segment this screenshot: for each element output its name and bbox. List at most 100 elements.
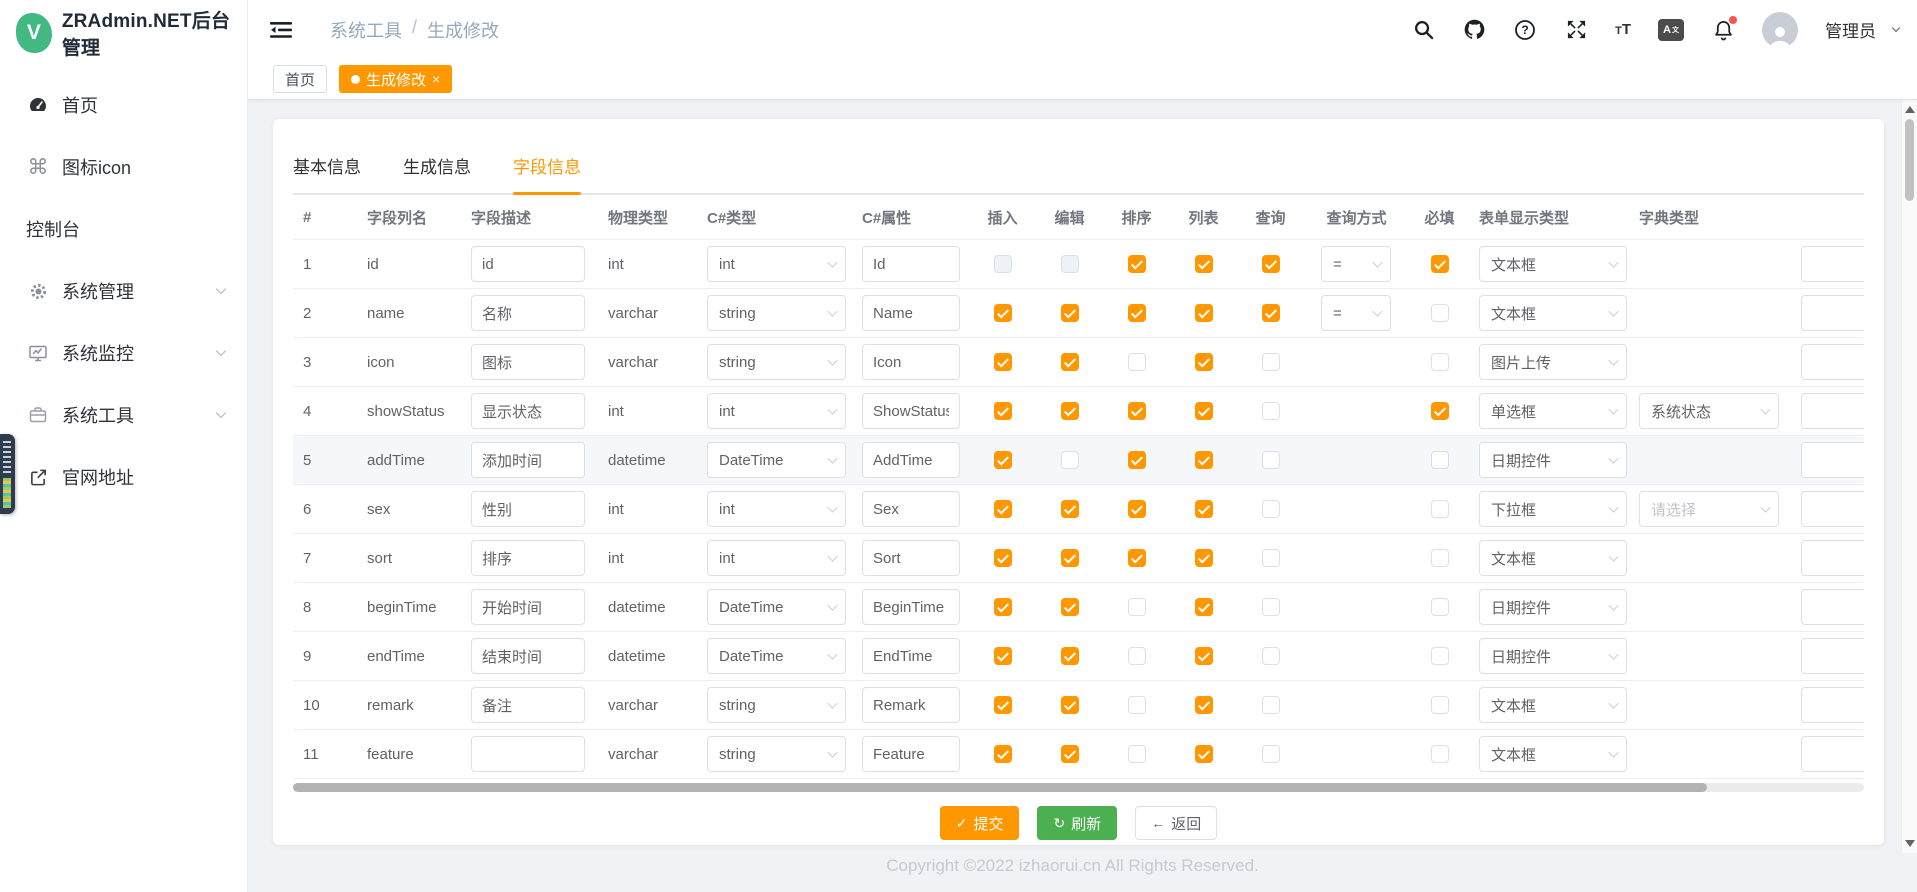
- query-checkbox[interactable]: [1262, 598, 1280, 616]
- edit-checkbox[interactable]: [1061, 353, 1079, 371]
- insert-checkbox[interactable]: [994, 255, 1012, 273]
- csharp-type-select[interactable]: int: [707, 393, 846, 429]
- csharp-type-select[interactable]: DateTime: [707, 589, 846, 625]
- breadcrumb-item[interactable]: 系统工具: [330, 17, 402, 43]
- required-checkbox[interactable]: [1431, 745, 1449, 763]
- csharp-type-select[interactable]: int: [707, 540, 846, 576]
- list-checkbox[interactable]: [1195, 451, 1213, 469]
- list-checkbox[interactable]: [1195, 402, 1213, 420]
- sidebar-item-system-tools[interactable]: 系统工具: [0, 384, 247, 446]
- sidebar-item-home[interactable]: 首页: [0, 74, 247, 136]
- edit-checkbox[interactable]: [1061, 598, 1079, 616]
- tag-active-page[interactable]: 生成修改 ×: [339, 65, 452, 93]
- description-input[interactable]: [471, 736, 585, 772]
- sort-checkbox[interactable]: [1128, 304, 1146, 322]
- insert-checkbox[interactable]: [994, 598, 1012, 616]
- required-checkbox[interactable]: [1431, 549, 1449, 567]
- csharp-property-input[interactable]: [862, 491, 960, 527]
- csharp-property-input[interactable]: [862, 344, 960, 380]
- csharp-property-input[interactable]: [862, 736, 960, 772]
- font-size-icon[interactable]: TT: [1615, 21, 1631, 38]
- query-checkbox[interactable]: [1262, 549, 1280, 567]
- translate-icon[interactable]: A文: [1658, 19, 1684, 41]
- chevron-down-icon[interactable]: [1892, 23, 1900, 31]
- list-checkbox[interactable]: [1195, 696, 1213, 714]
- sidebar-item-official-site[interactable]: 官网地址: [0, 446, 247, 508]
- edit-checkbox[interactable]: [1061, 304, 1079, 322]
- csharp-type-select[interactable]: int: [707, 491, 846, 527]
- insert-checkbox[interactable]: [994, 304, 1012, 322]
- sort-checkbox[interactable]: [1128, 745, 1146, 763]
- required-checkbox[interactable]: [1431, 255, 1449, 273]
- sort-checkbox[interactable]: [1128, 647, 1146, 665]
- csharp-property-input[interactable]: [862, 589, 960, 625]
- vertical-scrollbar[interactable]: [1901, 100, 1917, 853]
- scroll-down-arrow-icon[interactable]: [1905, 840, 1915, 847]
- description-input[interactable]: [471, 491, 585, 527]
- sidebar-item-console[interactable]: 控制台: [0, 198, 247, 260]
- extra-input[interactable]: [1801, 344, 1864, 380]
- extra-input[interactable]: [1801, 393, 1864, 429]
- fullscreen-icon[interactable]: [1564, 18, 1588, 42]
- extra-input[interactable]: [1801, 638, 1864, 674]
- tag-home[interactable]: 首页: [273, 65, 327, 93]
- edit-checkbox[interactable]: [1061, 451, 1079, 469]
- list-checkbox[interactable]: [1195, 255, 1213, 273]
- query-checkbox[interactable]: [1262, 745, 1280, 763]
- query-method-select[interactable]: =: [1321, 295, 1391, 331]
- csharp-property-input[interactable]: [862, 638, 960, 674]
- insert-checkbox[interactable]: [994, 549, 1012, 567]
- edit-checkbox[interactable]: [1061, 255, 1079, 273]
- sidebar-item-icons[interactable]: ⌘ 图标icon: [0, 136, 247, 198]
- insert-checkbox[interactable]: [994, 451, 1012, 469]
- list-checkbox[interactable]: [1195, 598, 1213, 616]
- list-checkbox[interactable]: [1195, 647, 1213, 665]
- submit-button[interactable]: ✓ 提交: [940, 806, 1020, 840]
- extra-input[interactable]: [1801, 589, 1864, 625]
- csharp-type-select[interactable]: DateTime: [707, 442, 846, 478]
- close-icon[interactable]: ×: [432, 72, 440, 86]
- sidebar-fold-icon[interactable]: [270, 21, 292, 39]
- edit-checkbox[interactable]: [1061, 549, 1079, 567]
- display-type-select[interactable]: 文本框: [1479, 736, 1627, 772]
- csharp-property-input[interactable]: [862, 246, 960, 282]
- search-icon[interactable]: [1411, 18, 1435, 42]
- query-checkbox[interactable]: [1262, 500, 1280, 518]
- sidebar-item-system-monitor[interactable]: 系统监控: [0, 322, 247, 384]
- query-checkbox[interactable]: [1262, 647, 1280, 665]
- back-button[interactable]: ← 返回: [1135, 806, 1217, 840]
- display-type-select[interactable]: 日期控件: [1479, 638, 1627, 674]
- extra-input[interactable]: [1801, 687, 1864, 723]
- avatar[interactable]: [1762, 12, 1798, 48]
- display-type-select[interactable]: 单选框: [1479, 393, 1627, 429]
- display-type-select[interactable]: 文本框: [1479, 295, 1627, 331]
- tab-generate-info[interactable]: 生成信息: [403, 153, 471, 193]
- display-type-select[interactable]: 文本框: [1479, 687, 1627, 723]
- display-type-select[interactable]: 文本框: [1479, 540, 1627, 576]
- display-type-select[interactable]: 日期控件: [1479, 589, 1627, 625]
- list-checkbox[interactable]: [1195, 353, 1213, 371]
- csharp-property-input[interactable]: [862, 295, 960, 331]
- query-method-select[interactable]: =: [1321, 246, 1391, 282]
- edit-checkbox[interactable]: [1061, 647, 1079, 665]
- csharp-property-input[interactable]: [862, 442, 960, 478]
- required-checkbox[interactable]: [1431, 353, 1449, 371]
- insert-checkbox[interactable]: [994, 647, 1012, 665]
- insert-checkbox[interactable]: [994, 500, 1012, 518]
- csharp-type-select[interactable]: int: [707, 246, 846, 282]
- required-checkbox[interactable]: [1431, 598, 1449, 616]
- vertical-scrollbar-thumb[interactable]: [1905, 119, 1914, 201]
- dict-type-select[interactable]: 系统状态: [1639, 393, 1779, 429]
- csharp-type-select[interactable]: DateTime: [707, 638, 846, 674]
- extra-input[interactable]: [1801, 736, 1864, 772]
- required-checkbox[interactable]: [1431, 696, 1449, 714]
- csharp-type-select[interactable]: string: [707, 344, 846, 380]
- scroll-up-arrow-icon[interactable]: [1905, 106, 1915, 113]
- display-type-select[interactable]: 日期控件: [1479, 442, 1627, 478]
- query-checkbox[interactable]: [1262, 304, 1280, 322]
- sort-checkbox[interactable]: [1128, 451, 1146, 469]
- list-checkbox[interactable]: [1195, 745, 1213, 763]
- description-input[interactable]: [471, 540, 585, 576]
- required-checkbox[interactable]: [1431, 451, 1449, 469]
- list-checkbox[interactable]: [1195, 500, 1213, 518]
